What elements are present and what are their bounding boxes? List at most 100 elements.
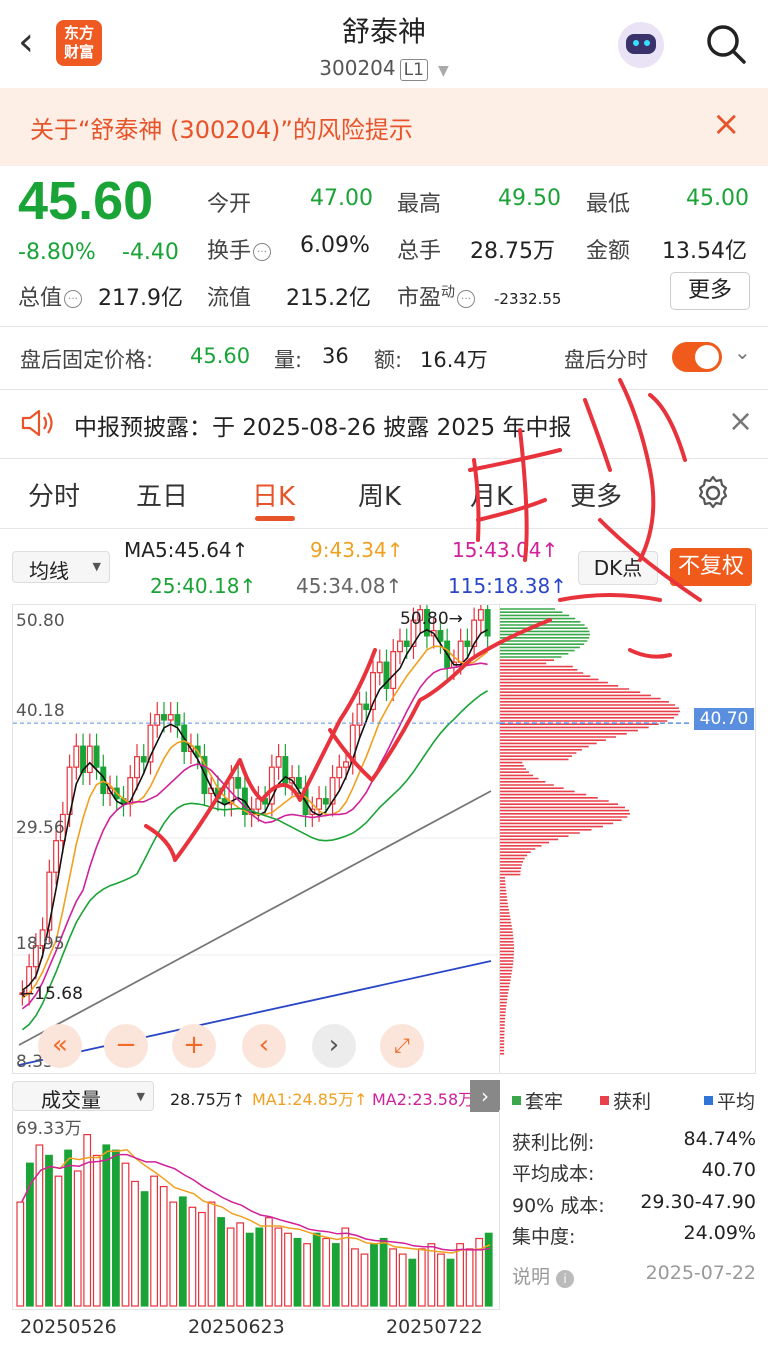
volume-bar	[370, 1243, 378, 1307]
chevron-right-icon[interactable]: ›	[312, 1024, 356, 1068]
dk-point-button[interactable]: DK点	[578, 551, 658, 585]
volume-bar	[169, 1201, 178, 1307]
ma-select[interactable]: 均线 ▼	[12, 551, 110, 583]
chip-distribution-chart	[500, 604, 756, 1074]
close-icon[interactable]: ×	[712, 104, 741, 144]
tab-fenshi[interactable]: 分时	[28, 476, 80, 513]
tab-active-indicator	[255, 516, 295, 521]
expand-right-icon[interactable]: ›	[470, 1080, 500, 1112]
legend-profit: 获利	[600, 1087, 651, 1114]
tab-monthly-k[interactable]: 月K	[470, 476, 513, 513]
divider	[0, 458, 768, 459]
volume-bar	[140, 1191, 149, 1307]
ma25-label: 25:40.18↑	[150, 574, 257, 598]
caret-down-icon: ▼	[92, 560, 101, 573]
rewind-icon[interactable]: «	[38, 1024, 82, 1068]
volume-bar	[159, 1185, 168, 1307]
legend-profit-label: 获利	[613, 1091, 652, 1113]
risk-banner-text[interactable]: 关于“舒泰神 (300204)”的风险提示	[30, 110, 413, 145]
more-button[interactable]: 更多	[670, 272, 750, 310]
volume-chart[interactable]	[12, 1110, 500, 1310]
expand-icon[interactable]: ⤢	[380, 1024, 424, 1068]
candle-body	[457, 640, 464, 663]
volume-bar	[331, 1243, 340, 1307]
date-label: 20250526	[20, 1316, 117, 1338]
volume-bar	[54, 1175, 63, 1307]
candle-body	[343, 761, 349, 768]
zoom-out-icon[interactable]: −	[104, 1024, 148, 1068]
volume-bar	[102, 1144, 111, 1307]
vol-ma1-label: MA1:24.85万↑	[252, 1090, 368, 1109]
candle-body	[437, 630, 444, 642]
min-price-marker: ←15.68	[20, 984, 83, 1004]
ma5-label: MA5:45.64↑	[124, 538, 249, 562]
candle-body	[336, 766, 343, 779]
volume-bar	[236, 1222, 245, 1307]
info-icon[interactable]: …	[457, 290, 476, 308]
volume-bar	[293, 1237, 302, 1307]
volume-bar	[408, 1258, 417, 1307]
open-value: 47.00	[310, 186, 373, 211]
notice-text[interactable]: 中报预披露：于 2025-08-26 披露 2025 年中报	[74, 408, 571, 442]
volume-bar	[188, 1206, 197, 1307]
tab-wuri[interactable]: 五日	[136, 476, 188, 513]
risk-banner[interactable]: 关于“舒泰神 (300204)”的风险提示 ×	[0, 88, 768, 166]
explain-link[interactable]: 说明 i	[512, 1262, 575, 1289]
after-hours-toggle[interactable]	[672, 342, 722, 372]
kline-chart[interactable]	[12, 597, 501, 1074]
close-icon[interactable]: ×	[728, 404, 753, 439]
volume-bar	[265, 1217, 273, 1307]
settings-gear-icon[interactable]	[694, 474, 732, 512]
volume-bar	[341, 1227, 350, 1307]
chip-profile-svg	[500, 608, 690, 1055]
chevron-down-icon[interactable]: ⌄	[734, 340, 751, 364]
volume-bar	[150, 1175, 159, 1307]
pe-label-text: 市盈	[397, 286, 442, 311]
avg-cost-price-tag: 40.70	[694, 708, 754, 730]
float-value: 215.2亿	[286, 286, 371, 311]
no-adjust-button[interactable]: 不复权	[670, 548, 752, 586]
y-label: 29.56	[16, 818, 65, 838]
volume-svg	[16, 1134, 493, 1307]
date-label: 20250722	[386, 1316, 483, 1338]
mktcap-value: 217.9亿	[98, 286, 183, 311]
candle-body	[397, 640, 403, 653]
info-icon[interactable]: …	[253, 243, 272, 261]
volume-bar	[111, 1149, 120, 1307]
low-value: 45.00	[686, 186, 749, 211]
search-icon[interactable]	[704, 22, 748, 66]
cost90-value: 29.30-47.90	[640, 1191, 756, 1213]
divider	[0, 389, 768, 390]
tab-more[interactable]: 更多	[570, 476, 622, 513]
volume-value-label: 28.75万↑	[170, 1090, 246, 1109]
high-value: 49.50	[498, 186, 561, 211]
volume-bar	[456, 1243, 464, 1307]
after-hours-amt: 16.4万	[420, 348, 488, 372]
kline-svg	[13, 597, 501, 1066]
volume-bar	[226, 1227, 235, 1307]
caret-down-icon: ▼	[437, 63, 449, 79]
candle-body	[464, 640, 471, 648]
open-label: 今开	[207, 192, 252, 217]
tab-daily-k[interactable]: 日K	[252, 476, 295, 513]
volume-bar	[351, 1248, 359, 1307]
volume-bar	[131, 1180, 139, 1307]
info-circle-icon: i	[556, 1270, 575, 1288]
chevron-left-icon[interactable]: ‹	[242, 1024, 286, 1068]
volume-bar	[83, 1134, 92, 1307]
tab-weekly-k[interactable]: 周K	[358, 476, 401, 513]
volume-bar	[217, 1217, 226, 1307]
candle-body	[356, 703, 363, 726]
info-icon[interactable]: …	[64, 290, 83, 308]
volume-bar	[360, 1253, 369, 1307]
pe-label: 市盈动…	[397, 280, 476, 312]
speaker-icon	[21, 409, 53, 437]
volume-bar	[274, 1227, 283, 1307]
indicator-select[interactable]: 成交量 ▼	[12, 1081, 154, 1112]
turnover-value: 6.09%	[300, 233, 370, 258]
robot-assistant-icon[interactable]	[618, 22, 664, 68]
volume-bar	[121, 1162, 130, 1307]
volume-bar	[446, 1258, 455, 1307]
volume-bar	[312, 1232, 321, 1307]
zoom-in-icon[interactable]: +	[172, 1024, 216, 1068]
